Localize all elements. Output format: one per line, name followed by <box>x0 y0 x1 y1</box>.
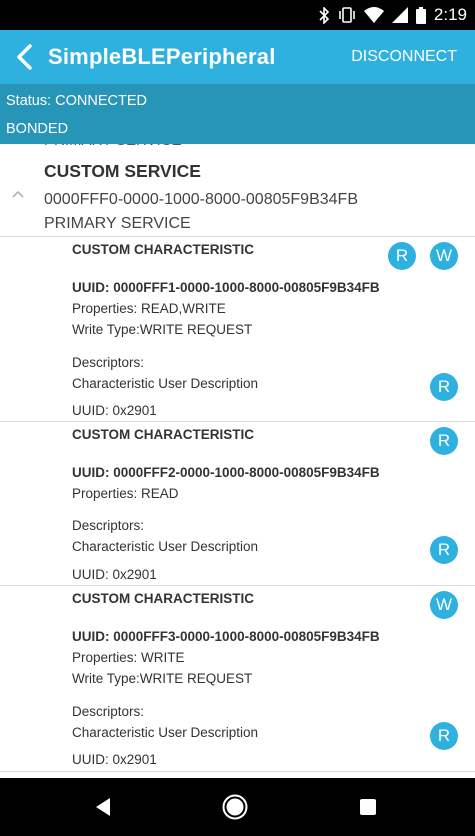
system-status-bar: 2:19 <box>0 0 475 30</box>
characteristic-name: CUSTOM CHARACTERISTIC <box>72 427 254 442</box>
wifi-icon <box>363 7 384 23</box>
characteristic-item: CUSTOM CHARACTERISTIC R UUID: 0000FFF2-0… <box>0 422 475 584</box>
signal-icon <box>391 7 408 23</box>
bluetooth-icon <box>318 6 330 24</box>
services-list[interactable]: PRIMARY SERVICE CUSTOM SERVICE 0000FFF0-… <box>0 144 475 778</box>
descriptors-label: Descriptors: <box>72 704 145 719</box>
descriptor-read-button[interactable]: R <box>430 722 458 750</box>
back-button[interactable] <box>8 41 40 73</box>
descriptors-label: Descriptors: <box>72 355 145 370</box>
characteristic-write-type: Write Type:WRITE REQUEST <box>72 671 253 686</box>
recents-icon <box>360 799 376 815</box>
connection-status: Status: CONNECTED <box>6 93 147 109</box>
write-button[interactable]: W <box>430 591 458 619</box>
descriptor-read-button[interactable]: R <box>430 536 458 564</box>
service-name: CUSTOM SERVICE <box>44 161 201 181</box>
descriptor-uuid: UUID: 0x2901 <box>72 403 157 418</box>
app-toolbar: SimpleBLEPeripheral DISCONNECT <box>0 30 475 84</box>
descriptor-name: Characteristic User Description <box>72 539 259 554</box>
back-icon <box>96 798 110 816</box>
characteristic-uuid: UUID: 0000FFF2-0000-1000-8000-00805F9B34… <box>72 465 380 480</box>
device-title: SimpleBLEPeripheral <box>48 44 276 69</box>
disconnect-button[interactable]: DISCONNECT <box>351 48 457 66</box>
chevron-left-icon <box>17 44 32 70</box>
characteristic-item: CUSTOM CHARACTERISTIC W UUID: 0000FFF3-0… <box>0 586 475 770</box>
chevron-up-icon[interactable] <box>10 186 26 202</box>
descriptor-name: Characteristic User Description <box>72 725 259 740</box>
characteristic-properties: Properties: WRITE <box>72 650 185 665</box>
connection-status-panel: Status: CONNECTED BONDED <box>0 84 475 144</box>
divider <box>0 771 475 772</box>
characteristic-uuid: UUID: 0000FFF1-0000-1000-8000-00805F9B34… <box>72 280 380 295</box>
service-type: PRIMARY SERVICE <box>44 215 191 232</box>
nav-recents-button[interactable] <box>353 792 383 822</box>
nav-home-button[interactable] <box>220 792 250 822</box>
characteristic-write-type: Write Type:WRITE REQUEST <box>72 322 253 337</box>
characteristic-uuid: UUID: 0000FFF3-0000-1000-8000-00805F9B34… <box>72 629 380 644</box>
read-button[interactable]: R <box>388 242 416 270</box>
service-item[interactable]: CUSTOM SERVICE 0000FFF0-0000-1000-8000-0… <box>0 144 475 236</box>
characteristic-name: CUSTOM CHARACTERISTIC <box>72 242 254 257</box>
descriptor-uuid: UUID: 0x2901 <box>72 567 157 582</box>
write-button[interactable]: W <box>430 242 458 270</box>
home-icon <box>222 794 248 820</box>
system-navigation-bar <box>0 778 475 836</box>
characteristic-properties: Properties: READ,WRITE <box>72 301 226 316</box>
characteristic-item: CUSTOM CHARACTERISTIC R W UUID: 0000FFF1… <box>0 237 475 421</box>
descriptor-uuid: UUID: 0x2901 <box>72 752 157 767</box>
descriptor-name: Characteristic User Description <box>72 376 259 391</box>
clock-time: 2:19 <box>433 5 467 24</box>
status-icons: 2:19 <box>318 5 467 25</box>
nav-back-button[interactable] <box>88 792 118 822</box>
characteristic-properties: Properties: READ <box>72 486 179 501</box>
service-uuid: 0000FFF0-0000-1000-8000-00805F9B34FB <box>44 191 358 208</box>
descriptor-read-button[interactable]: R <box>430 373 458 401</box>
characteristic-name: CUSTOM CHARACTERISTIC <box>72 591 254 606</box>
vibrate-icon <box>338 7 356 23</box>
descriptors-label: Descriptors: <box>72 518 145 533</box>
battery-icon <box>415 6 426 24</box>
bond-status: BONDED <box>6 121 69 137</box>
read-button[interactable]: R <box>430 427 458 455</box>
